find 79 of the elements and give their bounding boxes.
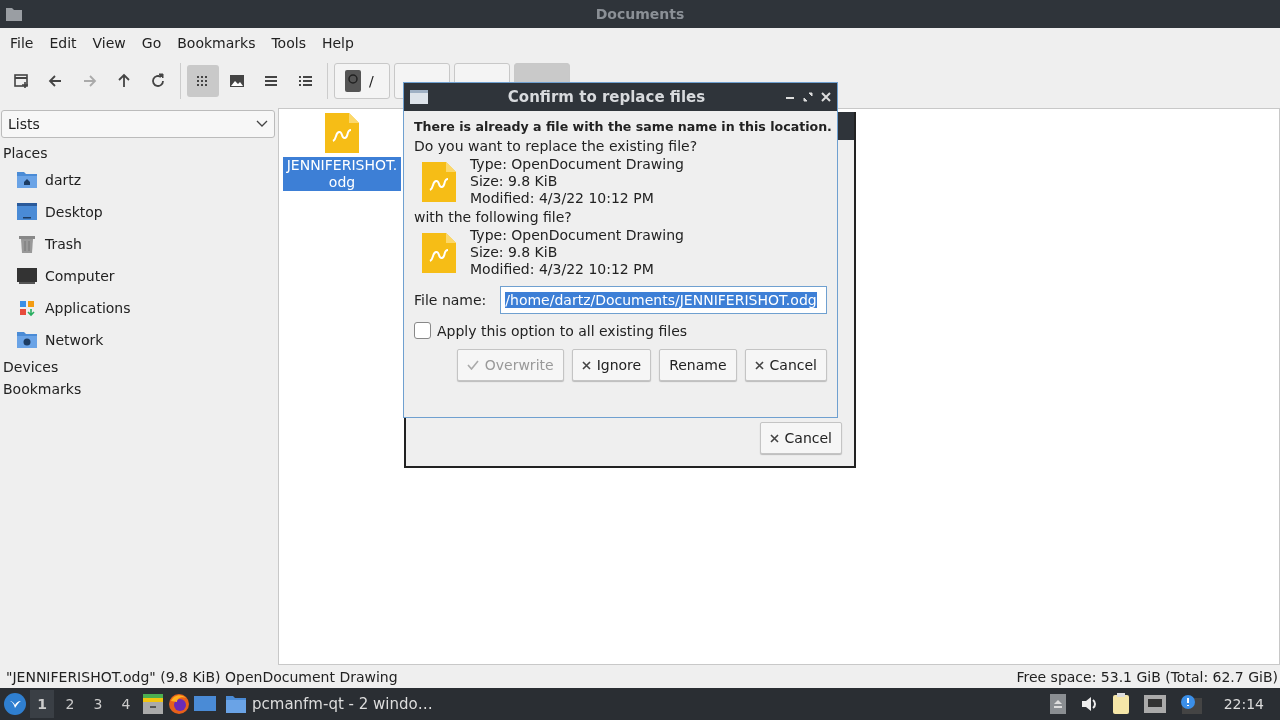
desktop-icon [17,202,37,222]
monitor-icon [17,266,37,286]
path-button[interactable]: / [334,63,390,99]
dialog-button[interactable]: Cancel [759,422,842,454]
view-dropdown[interactable]: Lists [1,110,275,138]
new-tab-icon [13,72,31,90]
dialog-heading: There is already a file with the same name in this location. [414,119,832,134]
drawing-file-icon [422,232,456,273]
file-size-text: Size: 9.8 KiB [470,173,559,190]
sidebar-item[interactable]: Desktop [1,196,275,228]
drawing-file-icon [325,113,359,153]
drive-icon [345,70,361,92]
network-folder-icon [17,330,37,350]
clock: 22:14 [1222,696,1265,712]
sidebar-item[interactable]: Trash [1,228,275,260]
folder-icon [6,7,22,21]
applications-icon [17,298,37,318]
workspace-button[interactable]: 1 [30,690,54,718]
workspace-button[interactable]: 4 [114,690,138,718]
dialog-button[interactable]: Cancel [744,349,827,381]
menu-item[interactable]: View [84,35,134,51]
file-modified-text: Modified: 4/3/22 10:12 PM [470,190,655,207]
free-space-text: Free space: 53.1 GiB (Total: 62.7 GiB) [1016,668,1278,685]
folder-icon [226,695,246,713]
close-icon [821,92,831,102]
section-heading[interactable]: Bookmarks [1,378,275,400]
status-text: "JENNIFERISHOT.odg" (9.8 KiB) OpenDocument Drawing [6,668,398,685]
sidebar-item[interactable]: Computer [1,260,275,292]
notification-icon [1179,694,1202,714]
question-text: with the following file? [414,209,573,225]
menu-item[interactable]: Go [133,35,170,51]
sidebar-item[interactable]: Applications [1,292,275,324]
sidebar-item[interactable]: Network [1,324,275,356]
file-modified-text: Modified: 4/3/22 10:12 PM [470,261,655,278]
file-type-text: Type: OpenDocument Drawing [470,227,684,244]
image-icon [228,72,246,90]
window-icon [410,90,428,104]
browser-icon [168,693,190,715]
menu-item[interactable]: Edit [41,35,85,51]
check-icon [466,360,479,370]
menu-item[interactable]: Help [313,35,362,51]
clipboard-icon [1111,693,1130,715]
reload-icon [149,72,167,90]
question-text: Do you want to replace the existing file? [414,138,699,154]
start-menu-icon [4,693,26,715]
section-heading[interactable]: Places [1,142,275,164]
window-title: Documents [595,6,685,22]
trash-icon [17,234,37,254]
drawing-file-icon [422,161,456,202]
maximize-icon [803,92,813,102]
close-icon [754,360,764,370]
close-icon [769,433,779,443]
chevron-down-icon [256,120,268,128]
dialog-button[interactable]: Ignore [571,349,652,381]
eject-icon [1049,694,1066,714]
file-name[interactable]: JENNIFERISHOT.odg [283,157,401,191]
file-size-text: Size: 9.8 KiB [470,244,559,261]
workspace-button[interactable]: 3 [86,690,110,718]
workspace-button[interactable]: 2 [58,690,82,718]
checkbox-label: Apply this option to all existing files [437,322,688,339]
file-type-text: Type: OpenDocument Drawing [470,156,684,173]
speaker-icon [1079,695,1098,713]
menu-item[interactable]: File [2,35,42,51]
file-name-field[interactable]: /home/dartz/Documents/JENNIFERISHOT.odg [500,286,827,314]
menu-item[interactable]: Tools [263,35,314,51]
section-heading[interactable]: Devices [1,356,275,378]
taskbar-task[interactable]: pcmanfm-qt - 2 windo… [220,695,439,713]
home-folder-icon [17,170,37,190]
sidebar-item[interactable]: dartz [1,164,275,196]
file-cabinet-icon [142,693,164,715]
checkbox[interactable] [414,322,431,339]
menu-item[interactable]: Bookmarks [169,35,264,51]
dialog-button[interactable]: Rename [659,349,737,381]
toolbar-button[interactable] [187,65,219,97]
network-port-icon [1143,695,1166,713]
dialog-title: Confirm to replace files [506,88,707,106]
close-icon [581,360,591,370]
dropdown-value: Lists [8,116,40,132]
field-label: File name: [414,292,487,308]
